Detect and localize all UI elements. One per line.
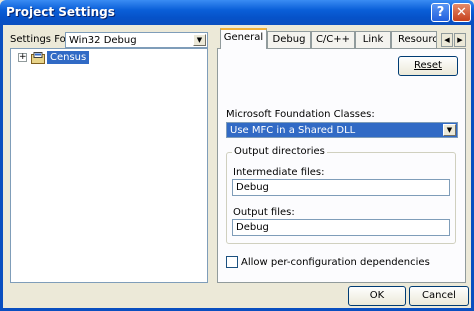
- mfc-combo[interactable]: Use MFC in a Shared DLL ▼: [226, 122, 458, 138]
- output-files-label: Output files:: [233, 207, 295, 218]
- tree-expand-icon[interactable]: +: [18, 53, 27, 62]
- settings-for-value: Win32 Debug: [69, 35, 137, 46]
- tab-debug[interactable]: Debug: [267, 31, 311, 49]
- allow-deps-checkbox[interactable]: [226, 256, 238, 268]
- mfc-value: Use MFC in a Shared DLL: [230, 125, 356, 136]
- help-icon: ?: [436, 5, 445, 20]
- intermediate-files-input[interactable]: Debug: [232, 179, 450, 196]
- allow-deps-label[interactable]: Allow per-configuration dependencies: [241, 257, 430, 268]
- window-title: Project Settings: [6, 5, 115, 19]
- tab-scroll-left-icon[interactable]: ◀: [441, 33, 453, 47]
- ok-label: OK: [369, 290, 385, 301]
- cancel-label: Cancel: [422, 290, 456, 301]
- intermediate-files-label: Intermediate files:: [233, 167, 325, 178]
- output-directories-title: Output directories: [232, 146, 327, 157]
- tree-item-census[interactable]: Census: [47, 51, 90, 64]
- ok-button[interactable]: OK: [348, 286, 406, 306]
- project-tree[interactable]: + Census: [10, 48, 208, 283]
- project-settings-dialog: Project Settings ? ✕ Settings For: Win32…: [0, 0, 474, 311]
- help-button[interactable]: ?: [431, 3, 450, 22]
- chevron-down-icon[interactable]: ▼: [193, 34, 206, 46]
- tab-general[interactable]: General: [220, 28, 267, 49]
- settings-for-combo[interactable]: Win32 Debug ▼: [65, 32, 208, 48]
- tab-resource[interactable]: Resource: [391, 31, 437, 49]
- window-frame-left: [0, 25, 3, 311]
- cancel-button[interactable]: Cancel: [409, 286, 469, 306]
- chevron-down-icon[interactable]: ▼: [443, 124, 456, 136]
- close-button[interactable]: ✕: [452, 3, 471, 22]
- reset-label: Reset: [414, 60, 442, 71]
- title-bar[interactable]: Project Settings ? ✕: [0, 0, 474, 25]
- reset-button[interactable]: Reset: [398, 56, 458, 76]
- output-files-input[interactable]: Debug: [232, 219, 450, 236]
- tab-link[interactable]: Link: [355, 31, 391, 49]
- tab-scroll-right-icon[interactable]: ▶: [454, 33, 466, 47]
- close-icon: ✕: [456, 5, 467, 20]
- mfc-label: Microsoft Foundation Classes:: [226, 109, 375, 120]
- tab-c-cpp[interactable]: C/C++: [311, 31, 355, 49]
- settings-for-label: Settings For:: [10, 34, 74, 45]
- project-folder-icon: [31, 52, 45, 64]
